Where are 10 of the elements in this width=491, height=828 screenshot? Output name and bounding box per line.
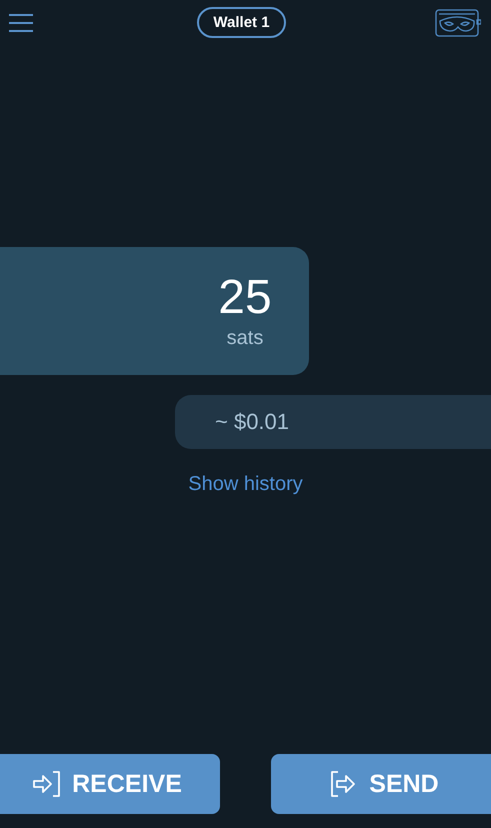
balance-unit: sats [226, 326, 264, 351]
receive-button[interactable]: RECEIVE [0, 754, 220, 814]
wallet-name-button[interactable]: Wallet 1 [197, 7, 286, 38]
sign-in-icon [32, 769, 62, 799]
balance-amount: 25 [218, 271, 272, 325]
masked-wallet-icon[interactable] [434, 8, 481, 38]
fiat-value: ~ $0.01 [215, 409, 290, 435]
send-button[interactable]: SEND [271, 754, 491, 814]
menu-icon[interactable] [8, 12, 34, 34]
show-history-link[interactable]: Show history [188, 473, 303, 496]
